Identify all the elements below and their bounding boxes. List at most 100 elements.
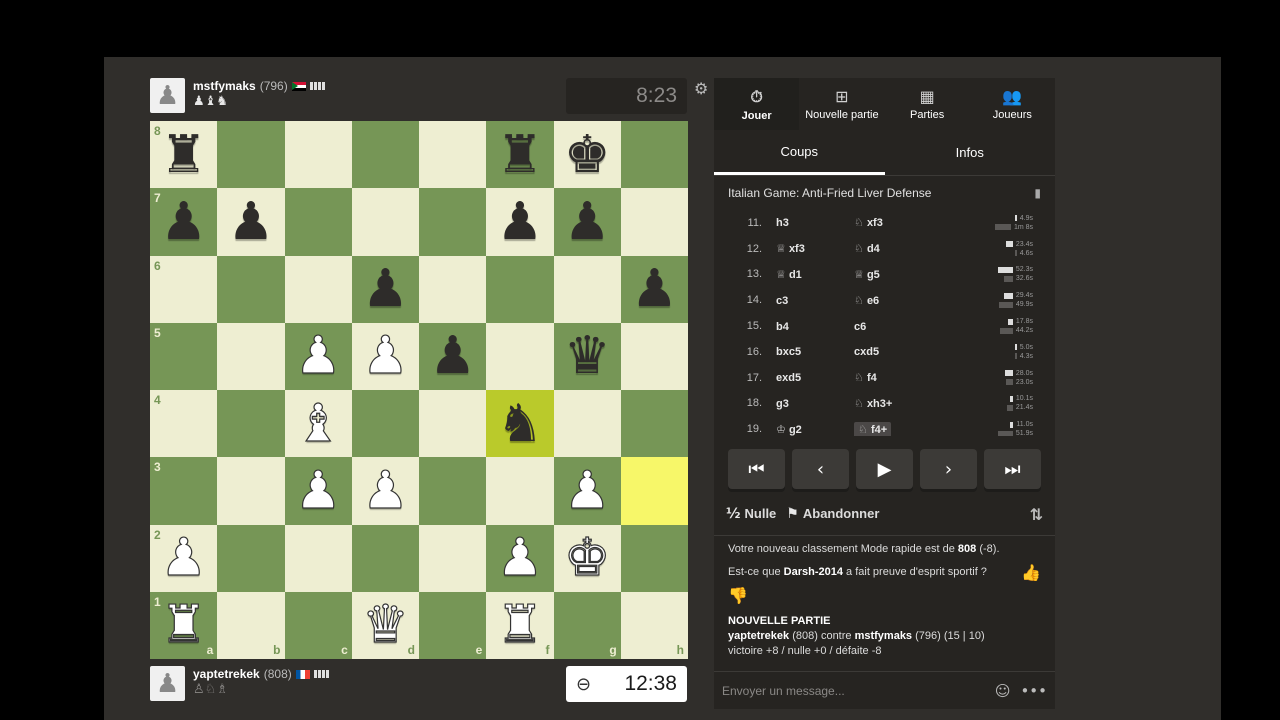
black-queen-icon[interactable]: ♛	[564, 330, 611, 382]
white-move[interactable]: ♕ xf3	[766, 242, 854, 255]
white-pawn-icon[interactable]: ♟	[361, 330, 409, 383]
square-e8[interactable]	[419, 121, 487, 189]
black-pawn-icon[interactable]: ♟	[497, 196, 544, 248]
white-move[interactable]: exd5	[766, 371, 854, 384]
white-pawn-icon[interactable]: ♟	[496, 532, 544, 585]
white-queen-icon[interactable]: ♛	[361, 599, 409, 652]
black-pawn-icon[interactable]: ♟	[429, 330, 476, 382]
black-pawn-icon[interactable]: ♟	[564, 196, 611, 248]
square-c4[interactable]: ♝	[284, 390, 352, 458]
resign-button[interactable]: ⚑ Abandonner	[786, 506, 879, 522]
black-move[interactable]: cxd5	[854, 345, 972, 358]
square-d5[interactable]: ♟	[351, 322, 419, 390]
square-a8[interactable]: 8 ♜	[150, 121, 218, 189]
square-h4[interactable]	[620, 390, 688, 458]
black-move[interactable]: ♕ g5	[854, 268, 972, 281]
square-d4[interactable]	[351, 390, 419, 458]
black-move[interactable]: ♘ f4	[854, 371, 972, 384]
square-b5[interactable]	[217, 322, 285, 390]
square-h7[interactable]	[620, 188, 688, 256]
square-e4[interactable]	[419, 390, 487, 458]
black-rook-icon[interactable]: ♜	[497, 129, 544, 181]
top-player-name[interactable]: mstfymaks	[193, 78, 256, 94]
square-b6[interactable]	[217, 255, 285, 323]
square-f7[interactable]: ♟	[486, 188, 554, 256]
black-move[interactable]: ♘ e6	[854, 294, 972, 307]
flip-board-icon[interactable]: ⇅	[1030, 505, 1043, 524]
square-d6[interactable]: ♟	[351, 255, 419, 323]
square-a3[interactable]: 3	[150, 457, 218, 525]
square-g1[interactable]: g	[553, 591, 621, 659]
square-b3[interactable]	[217, 457, 285, 525]
more-icon[interactable]: •••	[1020, 682, 1047, 700]
square-h6[interactable]: ♟	[620, 255, 688, 323]
square-f4[interactable]: ♞	[486, 390, 554, 458]
tab-coups[interactable]: Coups	[714, 130, 885, 175]
ng-black-name[interactable]: mstfymaks	[855, 630, 912, 642]
square-f8[interactable]: ♜	[486, 121, 554, 189]
square-c2[interactable]	[284, 524, 352, 592]
square-f1[interactable]: f ♜	[486, 591, 554, 659]
first-move-button[interactable]: ⏮	[728, 449, 785, 489]
square-d1[interactable]: d ♛	[351, 591, 419, 659]
white-pawn-icon[interactable]: ♟	[361, 464, 409, 517]
next-move-button[interactable]: ›	[920, 449, 977, 489]
book-icon[interactable]: ▮	[1034, 186, 1041, 200]
square-a6[interactable]: 6	[150, 255, 218, 323]
white-move[interactable]: bxc5	[766, 345, 854, 358]
square-f2[interactable]: ♟	[486, 524, 554, 592]
black-move[interactable]: c6	[854, 320, 972, 333]
last-move-button[interactable]: ⏭	[984, 449, 1041, 489]
square-e2[interactable]	[419, 524, 487, 592]
black-move[interactable]: ♘ d4	[854, 242, 972, 255]
chat-input[interactable]	[722, 683, 985, 698]
square-b8[interactable]	[217, 121, 285, 189]
square-e1[interactable]: e	[419, 591, 487, 659]
white-rook-icon[interactable]: ♜	[496, 599, 544, 652]
chessboard[interactable]: 8 ♜ ♜ ♚ 7 ♟ ♟ ♟ ♟ 6 ♟ ♟ 5 ♟ ♟ ♟ ♛ 4 ♝ ♞ 3 ♟ ♟ ♟ 2 ♟ ♟ ♚ 1 a ♜ b c d ♛ e f ♜ g h	[150, 121, 688, 659]
square-g3[interactable]: ♟	[553, 457, 621, 525]
nav-jouer[interactable]: ⏱ Jouer	[714, 78, 800, 130]
square-h3[interactable]	[620, 457, 688, 525]
square-b7[interactable]: ♟	[217, 188, 285, 256]
white-pawn-icon[interactable]: ♟	[294, 464, 342, 517]
square-c7[interactable]	[284, 188, 352, 256]
square-g4[interactable]	[553, 390, 621, 458]
square-h2[interactable]	[620, 524, 688, 592]
square-a5[interactable]: 5	[150, 322, 218, 390]
black-move[interactable]: ♘ xh3+	[854, 397, 972, 410]
square-d8[interactable]	[351, 121, 419, 189]
square-e5[interactable]: ♟	[419, 322, 487, 390]
square-h1[interactable]: h	[620, 591, 688, 659]
black-pawn-icon[interactable]: ♟	[631, 263, 678, 315]
emoji-icon[interactable]: ☺	[995, 682, 1011, 700]
nav-parties[interactable]: ▦ Parties	[885, 78, 970, 130]
gear-icon[interactable]: ⚙	[694, 79, 708, 98]
square-e3[interactable]	[419, 457, 487, 525]
bottom-player-name[interactable]: yaptetrekek	[193, 666, 260, 682]
black-king-icon[interactable]: ♚	[564, 129, 611, 181]
square-h8[interactable]	[620, 121, 688, 189]
square-f5[interactable]	[486, 322, 554, 390]
move-list[interactable]: 11. h3 ♘ xf3 4.9s 1m 8s 12. ♕ xf3 ♘ d4 23.4s 4.6…	[714, 210, 1055, 436]
previous-move-button[interactable]: ‹	[792, 449, 849, 489]
black-move[interactable]: ♘ xf3	[854, 216, 972, 229]
opponent-name[interactable]: Darsh-2014	[784, 566, 843, 578]
square-d7[interactable]	[351, 188, 419, 256]
play-button[interactable]: ▶	[856, 449, 913, 489]
square-e6[interactable]	[419, 255, 487, 323]
square-d3[interactable]: ♟	[351, 457, 419, 525]
draw-button[interactable]: ½ Nulle	[726, 506, 776, 522]
square-g6[interactable]	[553, 255, 621, 323]
white-move[interactable]: b4	[766, 320, 854, 333]
square-b2[interactable]	[217, 524, 285, 592]
square-c1[interactable]: c	[284, 591, 352, 659]
square-h5[interactable]	[620, 322, 688, 390]
thumbs-up-icon[interactable]: 👍	[1021, 565, 1041, 581]
square-a1[interactable]: 1 a ♜	[150, 591, 218, 659]
square-b4[interactable]	[217, 390, 285, 458]
square-f3[interactable]	[486, 457, 554, 525]
black-move[interactable]: ♘ f4+	[854, 421, 972, 436]
square-c6[interactable]	[284, 255, 352, 323]
opening-name[interactable]: Italian Game: Anti-Fried Liver Defense	[728, 186, 931, 200]
